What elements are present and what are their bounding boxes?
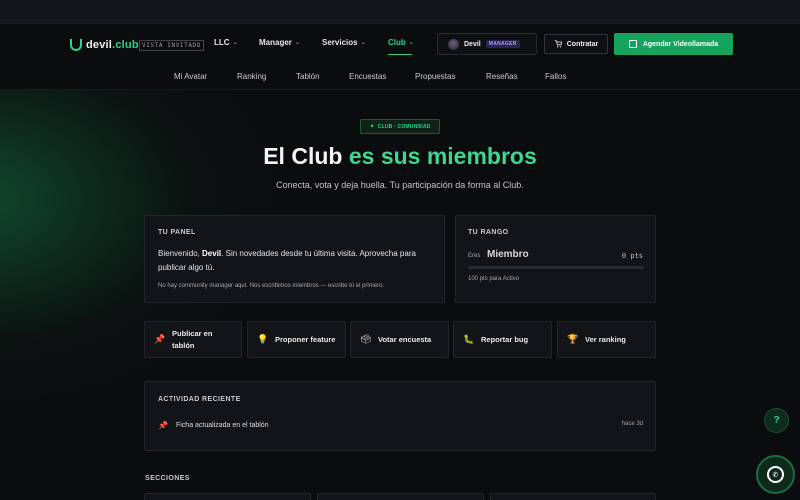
logo[interactable]: devil.club	[70, 39, 139, 51]
schedule-videocall-button[interactable]: Agendar Videollamada	[614, 33, 733, 55]
user-name: Devil	[464, 40, 481, 48]
ballot-icon: 🗳	[360, 334, 372, 344]
nav-manager[interactable]: Manager ⌄	[259, 38, 300, 47]
contratar-label: Contratar	[566, 40, 599, 48]
chip-label: CLUB · COMUNIDAD	[377, 123, 431, 130]
rank-heading: TU RANGO	[468, 229, 509, 236]
subnav-propuestas[interactable]: Propuestas	[415, 72, 455, 81]
action-publicar[interactable]: 📌 Publicar en tablón	[144, 321, 242, 358]
welcome-message: Bienvenido, Devil. Sin novedades desde t…	[158, 249, 416, 272]
bulb-icon: 💡	[257, 334, 269, 344]
site-header: devil.club VISTA INVITADO LLC ⌄ Manager ⌄ …	[0, 24, 800, 90]
section-card[interactable]	[490, 493, 656, 500]
question-icon: ?	[773, 415, 780, 426]
subnav-resenas[interactable]: Reseñas	[486, 72, 518, 81]
section-card[interactable]	[144, 493, 311, 500]
subnav-tablon[interactable]: Tablón	[296, 72, 320, 81]
videocall-label: Agendar Videollamada	[642, 40, 719, 48]
activity-time: hace 3d	[621, 421, 643, 427]
section-card[interactable]	[317, 493, 484, 500]
chevron-down-icon: ⌄	[360, 40, 366, 46]
page-subtitle: Conecta, vota y deja huella. Tu particip…	[276, 180, 524, 190]
pin-icon: 📌	[158, 421, 168, 430]
activity-heading: ACTIVIDAD RECIENTE	[158, 396, 241, 403]
guest-view-badge: VISTA INVITADO	[139, 40, 204, 51]
rank-points: 0 pts	[621, 252, 643, 260]
action-label: Publicar en tablón	[172, 328, 213, 350]
sparkle-icon: ✦	[369, 124, 375, 130]
panel-heading: TU PANEL	[158, 229, 196, 236]
user-menu[interactable]: Devil MANAGER	[437, 33, 537, 55]
chevron-down-icon: ⌄	[408, 40, 414, 46]
pin-icon: 📌	[154, 334, 166, 344]
section-chip: ✦ CLUB · COMUNIDAD	[360, 119, 440, 134]
sections-heading: SECCIONES	[145, 475, 190, 482]
nav-active-underline	[388, 54, 412, 55]
cart-icon	[554, 40, 562, 48]
nav-club[interactable]: Club ⌄	[388, 38, 414, 47]
whatsapp-button[interactable]: ✆	[756, 455, 795, 494]
action-ranking[interactable]: 🏆 Ver ranking	[557, 321, 656, 358]
action-label: Proponer feature	[275, 334, 336, 344]
chevron-down-icon: ⌄	[232, 40, 238, 46]
activity-card: ACTIVIDAD RECIENTE 📌 Ficha actualizada e…	[144, 381, 656, 451]
help-button[interactable]: ?	[764, 408, 789, 433]
subnav-fallos[interactable]: Fallos	[545, 72, 566, 81]
action-proponer[interactable]: 💡 Proponer feature	[247, 321, 346, 358]
rank-card: TU RANGO Eres Miembro 0 pts 100 pts para…	[455, 215, 656, 303]
top-strip	[0, 0, 800, 24]
nav-llc[interactable]: LLC ⌄	[214, 38, 238, 47]
action-label: Votar encuesta	[378, 334, 432, 344]
trophy-icon: 🏆	[567, 334, 579, 344]
whatsapp-icon: ✆	[767, 466, 784, 483]
avatar	[448, 38, 459, 50]
subnav-ranking[interactable]: Ranking	[237, 72, 266, 81]
devil-logo-icon	[70, 39, 82, 51]
community-note: No hay community manager aquí. Nos escri…	[158, 283, 385, 289]
activity-text: Ficha actualizada en el tablón	[175, 422, 269, 429]
action-label: Reportar bug	[481, 334, 529, 344]
calendar-icon	[628, 40, 637, 48]
user-panel-card: TU PANEL Bienvenido, Devil. Sin novedade…	[144, 215, 445, 303]
bug-icon: 🐛	[463, 334, 475, 344]
list-item[interactable]: 📌 Ficha actualizada en el tablón	[158, 421, 269, 430]
action-label: Ver ranking	[585, 334, 626, 344]
page-title: El Club es sus miembros	[263, 143, 537, 169]
rank-name: Miembro	[487, 249, 529, 260]
role-badge: MANAGER	[485, 40, 520, 48]
action-votar[interactable]: 🗳 Votar encuesta	[350, 321, 449, 358]
chevron-down-icon: ⌄	[294, 40, 300, 46]
action-reportar[interactable]: 🐛 Reportar bug	[453, 321, 552, 358]
subnav-encuestas[interactable]: Encuestas	[349, 72, 386, 81]
logo-text: devil.club	[86, 39, 139, 51]
subnav-mi-avatar[interactable]: Mi Avatar	[174, 72, 207, 81]
contratar-button[interactable]: Contratar	[544, 34, 608, 54]
nav-servicios[interactable]: Servicios ⌄	[322, 38, 366, 47]
rank-prefix: Eres	[468, 253, 481, 259]
rank-next-level: 100 pts para Activo	[468, 276, 520, 282]
rank-progress-bar	[468, 266, 644, 269]
